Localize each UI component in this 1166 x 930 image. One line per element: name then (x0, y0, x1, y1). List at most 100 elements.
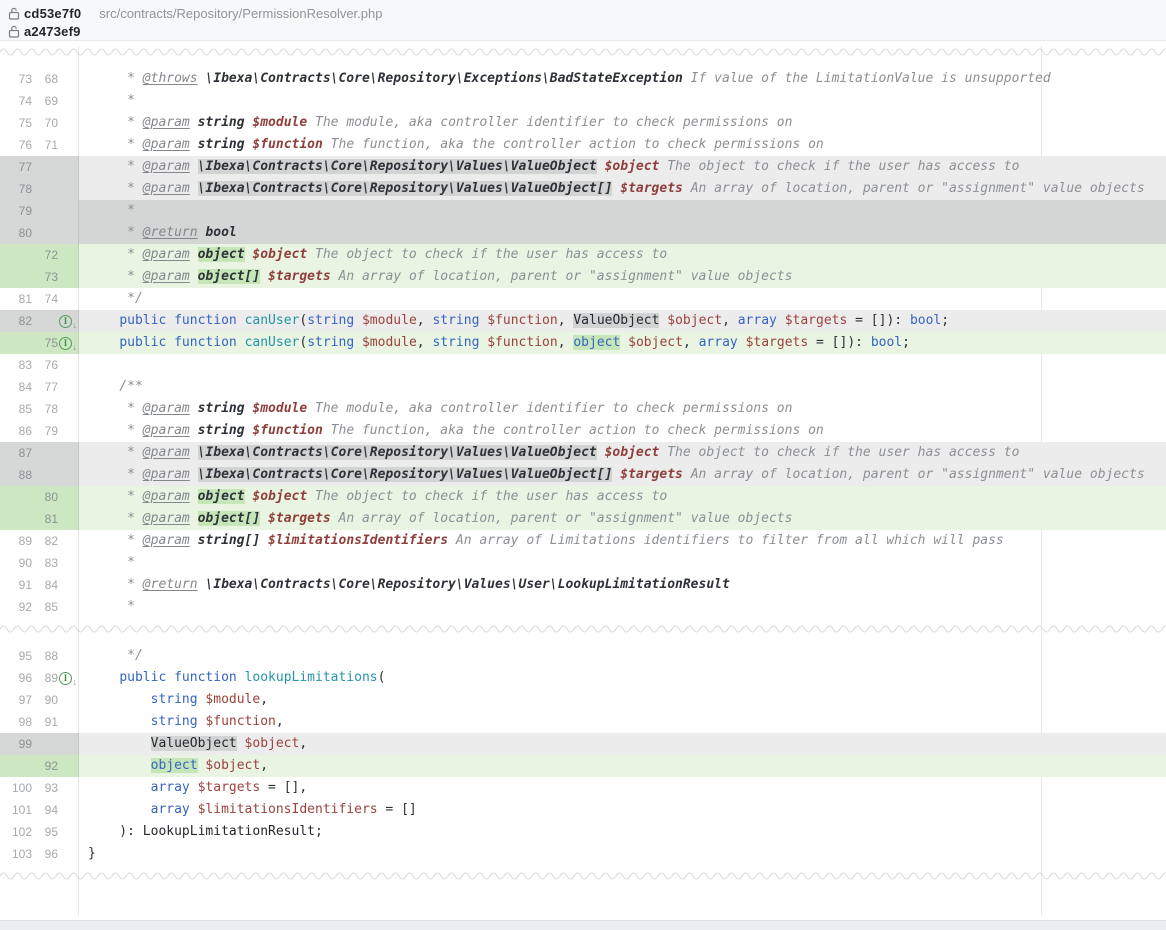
line-number-old: 91 (6, 574, 32, 596)
code-line[interactable]: * @return bool (79, 222, 1166, 244)
code-token: $targets (268, 511, 331, 526)
code-token: } (88, 846, 96, 861)
code-line[interactable]: * (79, 200, 1166, 222)
code-token (190, 802, 198, 817)
gutter: 8982 (0, 530, 79, 552)
code-line[interactable]: * (79, 90, 1166, 112)
collapsed-region-wave-icon (0, 46, 1166, 58)
gutter: 9588 (0, 645, 79, 667)
code-token (190, 533, 198, 548)
code-token (237, 335, 245, 350)
code-line[interactable]: * @param string $function The function, … (79, 134, 1166, 156)
code-token (738, 335, 746, 350)
diff-row: 7368 * @throws \Ibexa\Contracts\Core\Rep… (0, 68, 1166, 90)
code-token: , (722, 313, 738, 328)
code-token: , (299, 736, 307, 751)
line-number-old: 77 (6, 156, 32, 178)
code-line[interactable]: object $object, (79, 755, 1166, 777)
code-token: string (198, 401, 245, 416)
line-number-new: 70 (36, 112, 58, 134)
code-token: * (88, 71, 143, 86)
code-line[interactable]: * (79, 552, 1166, 574)
gutter: 8578 (0, 398, 79, 420)
code-token: string (432, 313, 479, 328)
code-line[interactable]: * @param string $module The module, aka … (79, 398, 1166, 420)
implemented-method-icon[interactable]: I↓ (59, 337, 72, 350)
code-line[interactable]: public function canUser(string $module, … (79, 332, 1166, 354)
code-line[interactable]: public function lookupLimitations( (79, 667, 1166, 689)
code-line[interactable]: * @param \Ibexa\Contracts\Core\Repositor… (79, 156, 1166, 178)
code-line[interactable]: */ (79, 645, 1166, 667)
code-token: * (88, 489, 143, 504)
code-line[interactable]: * @param object[] $targets An array of l… (79, 508, 1166, 530)
code-token (354, 313, 362, 328)
line-number-old: 103 (6, 843, 32, 865)
code-token: object (198, 247, 245, 262)
line-number-new: 89 (36, 667, 58, 689)
gutter: 77 (0, 156, 79, 178)
implemented-method-icon[interactable]: I↓ (59, 315, 72, 328)
code-line[interactable]: * @return \Ibexa\Contracts\Core\Reposito… (79, 574, 1166, 596)
code-line[interactable]: * @param string $function The function, … (79, 420, 1166, 442)
code-line[interactable]: * @param string $module The module, aka … (79, 112, 1166, 134)
code-token: The object to check if the user has acce… (307, 489, 667, 504)
code-line[interactable]: string $module, (79, 689, 1166, 711)
line-number-old: 76 (6, 134, 32, 156)
line-number-old: 86 (6, 420, 32, 442)
code-token: lookupLimitations (245, 670, 378, 685)
diff-row: 80 * @return bool (0, 222, 1166, 244)
gutter: 75I↓ (0, 332, 79, 354)
line-number-old: 98 (6, 711, 32, 733)
code-token: ; (902, 335, 910, 350)
code-line[interactable]: string $function, (79, 711, 1166, 733)
code-line[interactable]: * @param object $object The object to ch… (79, 486, 1166, 508)
code-line[interactable]: * @param object $object The object to ch… (79, 244, 1166, 266)
code-line[interactable]: * @param object[] $targets An array of l… (79, 266, 1166, 288)
code-token: $limitationsIdentifiers (268, 533, 448, 548)
line-number-old: 79 (6, 200, 32, 222)
down-arrow-icon: ↓ (73, 343, 78, 352)
code-line[interactable]: array $targets = [], (79, 777, 1166, 799)
line-number-new: 84 (36, 574, 58, 596)
diff-row: 9689I↓ public function lookupLimitations… (0, 667, 1166, 689)
code-line[interactable]: * @param \Ibexa\Contracts\Core\Repositor… (79, 464, 1166, 486)
code-token: object[] (198, 269, 261, 284)
code-line[interactable]: * @param \Ibexa\Contracts\Core\Repositor… (79, 178, 1166, 200)
code-line[interactable]: ): LookupLimitationResult; (79, 821, 1166, 843)
code-token: object (198, 489, 245, 504)
commit-hash-old: cd53e7f0 (24, 6, 81, 21)
code-line[interactable]: } (79, 843, 1166, 865)
diff-row: 80 * @param object $object The object to… (0, 486, 1166, 508)
code-line[interactable] (79, 354, 1166, 376)
code-token: @param (143, 533, 190, 548)
code-token (190, 137, 198, 152)
line-number-old: 88 (6, 464, 32, 486)
gutter: 7368 (0, 68, 79, 90)
diff-row: 9083 * (0, 552, 1166, 574)
implemented-method-icon[interactable]: I↓ (59, 672, 72, 685)
gutter: 7671 (0, 134, 79, 156)
diff-row: 81 * @param object[] $targets An array o… (0, 508, 1166, 530)
code-line[interactable]: * @param \Ibexa\Contracts\Core\Repositor… (79, 442, 1166, 464)
gutter: 10295 (0, 821, 79, 843)
line-number-old: 74 (6, 90, 32, 112)
code-line[interactable]: ValueObject $object, (79, 733, 1166, 755)
code-line[interactable]: * @throws \Ibexa\Contracts\Core\Reposito… (79, 68, 1166, 90)
code-token: /** (88, 379, 143, 394)
diff-row: 72 * @param object $object The object to… (0, 244, 1166, 266)
gutter: 9083 (0, 552, 79, 574)
code-line[interactable]: public function canUser(string $module, … (79, 310, 1166, 332)
code-line[interactable]: array $limitationsIdentifiers = [] (79, 799, 1166, 821)
code-token: @param (143, 115, 190, 130)
code-token: An array of location, parent or "assignm… (683, 181, 1145, 196)
code-line[interactable]: * (79, 596, 1166, 618)
code-line[interactable]: * @param string[] $limitationsIdentifier… (79, 530, 1166, 552)
down-arrow-icon: ↓ (73, 678, 78, 687)
code-token (777, 313, 785, 328)
code-line[interactable]: /** (79, 376, 1166, 398)
code-token (166, 670, 174, 685)
code-line[interactable]: */ (79, 288, 1166, 310)
code-token: object (151, 758, 198, 773)
collapsed-region-wave-icon (0, 870, 1166, 882)
line-number-new: 82 (36, 530, 58, 552)
